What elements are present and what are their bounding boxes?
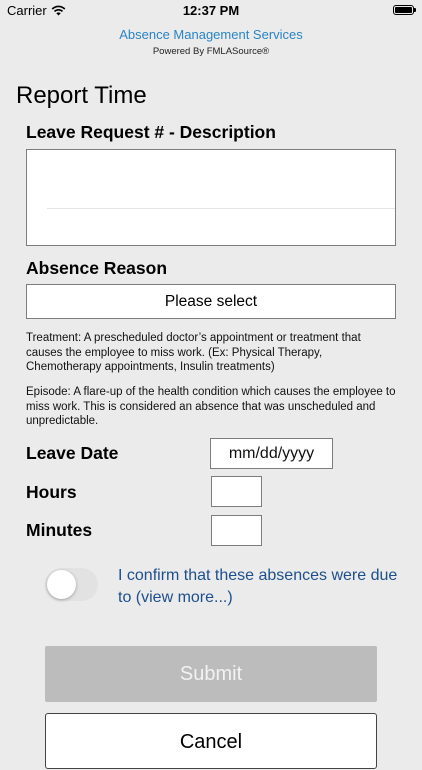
cancel-button[interactable]: Cancel [45, 713, 377, 769]
app-title: Absence Management Services [119, 27, 303, 42]
confirm-text[interactable]: I confirm that these absences were due t… [118, 565, 408, 609]
episode-info: Episode: A flare-up of the health condit… [26, 386, 396, 427]
minutes-input[interactable] [211, 515, 262, 546]
status-bar: Carrier 12:37 PM [0, 0, 422, 22]
app-subtitle: Powered By FMLASource® [152, 46, 270, 57]
submit-button[interactable]: Submit [45, 646, 377, 702]
leave-date-label: Leave Date [26, 443, 119, 463]
hours-input[interactable] [211, 476, 262, 507]
field-divider [47, 208, 395, 209]
confirm-toggle[interactable] [45, 568, 98, 601]
leave-request-label: Leave Request # - Description [26, 122, 276, 142]
page-title: Report Time [16, 82, 147, 109]
treatment-info: Treatment: A prescheduled doctor’s appoi… [26, 332, 361, 373]
leave-request-field[interactable] [26, 149, 396, 246]
status-time: 12:37 PM [182, 3, 240, 18]
absence-reason-select[interactable]: Please select [26, 284, 396, 319]
minutes-label: Minutes [26, 520, 93, 540]
toggle-knob [47, 570, 76, 599]
leave-date-input[interactable]: mm/dd/yyyy [210, 438, 333, 469]
battery-icon [393, 5, 416, 15]
hours-label: Hours [26, 482, 77, 502]
app-header: Absence Management Services Powered By F… [0, 27, 422, 57]
absence-reason-label: Absence Reason [26, 258, 168, 278]
